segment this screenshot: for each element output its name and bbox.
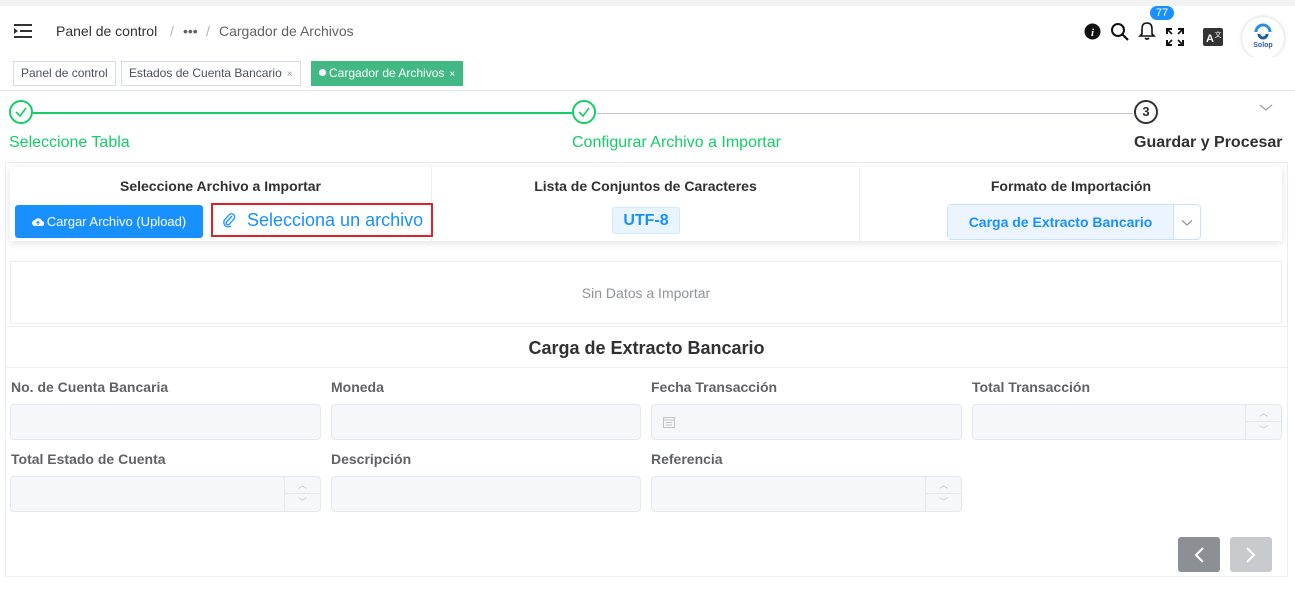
import-config-row: Seleccione Archivo a Importar Cargar Arc…	[10, 167, 1282, 241]
step-2-check-icon	[572, 100, 596, 124]
tag-label: Cargador de Archivos	[329, 66, 445, 80]
info-icon[interactable]: i	[1084, 23, 1101, 40]
chevron-up-icon[interactable]: ︿	[926, 477, 961, 494]
step-2-label: Configurar Archivo a Importar	[572, 134, 781, 151]
upload-file-button[interactable]: Cargar Archivo (Upload)	[15, 205, 203, 238]
solop-logo-icon	[1254, 23, 1272, 40]
chevron-down-icon[interactable]: ﹀	[285, 494, 320, 511]
form-title: Carga de Extracto Bancario	[5, 326, 1288, 368]
breadcrumb-current: Cargador de Archivos	[219, 23, 354, 39]
transaction-total-input[interactable]: ︿ ﹀	[972, 404, 1282, 440]
tag-cargador-de-archivos[interactable]: Cargador de Archivos ×	[311, 61, 464, 86]
chevron-down-icon[interactable]: ﹀	[1246, 422, 1281, 439]
chevron-right-icon	[1246, 547, 1256, 563]
charset-column: Lista de Conjuntos de Caracteres UTF-8	[432, 167, 860, 241]
breadcrumb-separator: /	[170, 23, 174, 39]
menu-toggle-icon[interactable]	[14, 23, 32, 39]
number-stepper[interactable]: ︿ ﹀	[284, 477, 320, 511]
account-number-input[interactable]	[10, 404, 321, 440]
next-step-button[interactable]	[1230, 537, 1272, 572]
avatar[interactable]: Solop	[1242, 17, 1284, 59]
select-file-label: Selecciona un archivo	[247, 210, 424, 230]
file-column: Seleccione Archivo a Importar Cargar Arc…	[10, 167, 433, 241]
field-label-account: No. de Cuenta Bancaria	[11, 379, 169, 395]
cloud-upload-icon	[31, 218, 45, 227]
calendar-icon	[663, 417, 675, 428]
step-line-pending	[597, 113, 1133, 114]
avatar-label: Solop	[1253, 42, 1273, 49]
field-label-currency: Moneda	[331, 379, 384, 395]
search-icon[interactable]	[1110, 22, 1130, 42]
active-dot-icon	[319, 69, 326, 76]
notification-badge: 77	[1150, 6, 1174, 20]
step-1-label: Seleccione Tabla	[9, 134, 130, 151]
chevron-up-icon[interactable]: ︿	[285, 477, 320, 494]
step-3-label: Guardar y Procesar	[1134, 134, 1283, 151]
field-label-transaction-total: Total Transacción	[972, 379, 1090, 395]
paperclip-icon	[223, 213, 236, 228]
import-format-select[interactable]: Carga de Extracto Bancario	[947, 204, 1201, 240]
fullscreen-icon[interactable]	[1166, 28, 1184, 46]
format-column-title: Formato de Importación	[990, 178, 1152, 194]
previous-step-button[interactable]	[1178, 537, 1220, 572]
file-column-title: Seleccione Archivo a Importar	[120, 178, 321, 194]
field-label-transaction-date: Fecha Transacción	[651, 379, 778, 395]
tag-label: Panel de control	[21, 66, 108, 80]
breadcrumb-separator: /	[206, 23, 210, 39]
select-file-link[interactable]: Selecciona un archivo	[211, 203, 433, 237]
step-3-number: 3	[1134, 100, 1158, 124]
upload-button-label: Cargar Archivo (Upload)	[46, 214, 187, 229]
breadcrumb-home[interactable]: Panel de control	[56, 23, 157, 39]
bell-icon[interactable]	[1138, 21, 1156, 41]
field-label-reference: Referencia	[651, 451, 723, 467]
field-label-statement-total: Total Estado de Cuenta	[11, 451, 166, 467]
import-format-value: Carga de Extracto Bancario	[948, 205, 1174, 239]
format-column: Formato de Importación Carga de Extracto…	[860, 167, 1282, 241]
top-navbar: Panel de control / ••• / Cargador de Arc…	[0, 0, 1295, 59]
steps-progress: 3 Seleccione Tabla Configurar Archivo a …	[0, 92, 1295, 162]
statement-total-input[interactable]: ︿ ﹀	[10, 476, 321, 512]
translate-icon[interactable]: A 文	[1203, 28, 1223, 46]
field-label-description: Descripción	[331, 451, 412, 467]
description-input[interactable]	[331, 476, 641, 512]
chevron-down-icon[interactable]	[1259, 104, 1273, 112]
tag-panel-de-control[interactable]: Panel de control	[13, 61, 116, 86]
close-icon[interactable]: ×	[449, 69, 455, 80]
close-icon[interactable]: ×	[287, 69, 293, 80]
chevron-left-icon	[1194, 547, 1204, 563]
transaction-date-input[interactable]	[651, 404, 962, 440]
no-data-message: Sin Datos a Importar	[10, 261, 1282, 324]
charset-tag[interactable]: UTF-8	[612, 207, 680, 234]
chevron-down-icon[interactable]: ﹀	[926, 494, 961, 511]
chevron-up-icon[interactable]: ︿	[1246, 405, 1281, 422]
breadcrumb-more[interactable]: •••	[183, 23, 198, 39]
tag-estados-de-cuenta[interactable]: Estados de Cuenta Bancario ×	[121, 61, 301, 86]
number-stepper[interactable]: ︿ ﹀	[925, 477, 961, 511]
currency-input[interactable]	[331, 404, 641, 440]
tag-label: Estados de Cuenta Bancario	[129, 66, 282, 80]
chevron-down-icon[interactable]	[1181, 219, 1193, 227]
step-1-check-icon	[9, 100, 33, 124]
svg-text:A: A	[1206, 33, 1214, 45]
charset-column-title: Lista de Conjuntos de Caracteres	[534, 178, 757, 194]
step-line-done	[33, 112, 572, 114]
number-stepper[interactable]: ︿ ﹀	[1245, 405, 1281, 439]
tags-view-bar: Panel de control Estados de Cuenta Banca…	[0, 57, 1295, 91]
svg-text:文: 文	[1215, 30, 1222, 39]
reference-input[interactable]: ︿ ﹀	[651, 476, 962, 512]
